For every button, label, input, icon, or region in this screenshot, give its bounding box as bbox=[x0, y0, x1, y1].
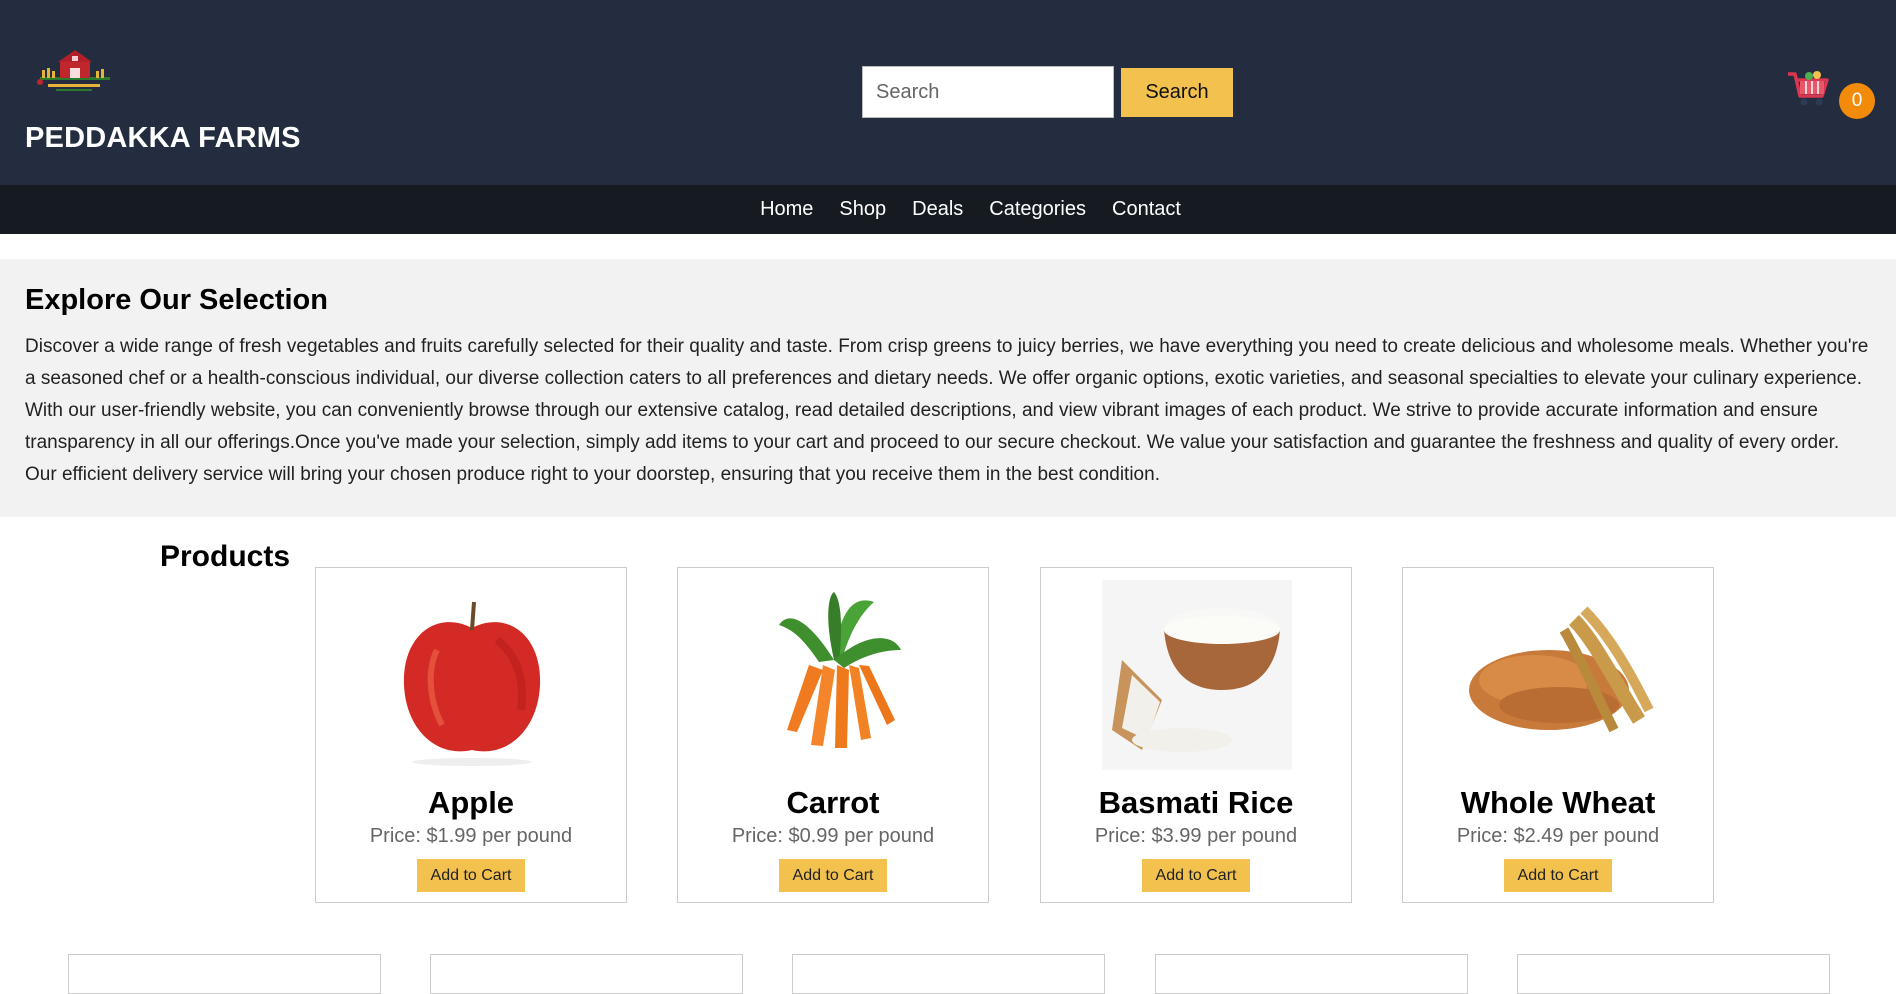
nav-item-categories[interactable]: Categories bbox=[989, 185, 1086, 234]
product-card bbox=[1517, 954, 1830, 994]
product-price: Price: $0.99 per pound bbox=[731, 825, 935, 847]
brand-name[interactable]: PEDDAKKA FARMS bbox=[25, 122, 301, 155]
product-price: Price: $2.49 per pound bbox=[1456, 825, 1660, 847]
nav-item-home[interactable]: Home bbox=[760, 185, 813, 234]
farm-logo[interactable] bbox=[34, 44, 116, 96]
search-button[interactable]: Search bbox=[1121, 68, 1233, 117]
wheat-image bbox=[1469, 606, 1654, 733]
apple-image bbox=[403, 601, 541, 766]
intro-section: Explore Our Selection Discover a wide ra… bbox=[0, 259, 1896, 517]
cart-count-badge: 0 bbox=[1839, 83, 1875, 119]
product-name: Carrot bbox=[786, 785, 880, 820]
site-header: PEDDAKKA FARMS Search 0 bbox=[0, 0, 1896, 185]
add-to-cart-button[interactable]: Add to Cart bbox=[1504, 859, 1612, 892]
nav-item-shop[interactable]: Shop bbox=[839, 185, 886, 234]
product-card-whole-wheat: Whole Wheat Price: $2.49 per pound Add t… bbox=[1402, 567, 1714, 903]
main-nav: Home Shop Deals Categories Contact bbox=[0, 185, 1896, 234]
products-title: Products bbox=[160, 540, 291, 573]
intro-title: Explore Our Selection bbox=[25, 284, 328, 316]
intro-text: Discover a wide range of fresh vegetable… bbox=[25, 336, 1869, 485]
product-price: Price: $1.99 per pound bbox=[369, 825, 573, 847]
rice-image bbox=[1102, 580, 1292, 770]
product-name: Whole Wheat bbox=[1460, 785, 1656, 820]
nav-item-deals[interactable]: Deals bbox=[912, 185, 963, 234]
add-to-cart-button[interactable]: Add to Cart bbox=[1142, 859, 1250, 892]
product-card bbox=[430, 954, 743, 994]
product-card-apple: Apple Price: $1.99 per pound Add to Cart bbox=[315, 567, 627, 903]
product-card bbox=[792, 954, 1105, 994]
add-to-cart-button[interactable]: Add to Cart bbox=[779, 859, 887, 892]
add-to-cart-button[interactable]: Add to Cart bbox=[417, 859, 525, 892]
search-input[interactable] bbox=[862, 66, 1114, 118]
product-card-basmati-rice: Basmati Rice Price: $3.99 per pound Add … bbox=[1040, 567, 1352, 903]
carrot-image bbox=[779, 592, 901, 748]
product-name: Apple bbox=[427, 785, 515, 820]
product-card bbox=[68, 954, 381, 994]
shopping-cart-icon[interactable] bbox=[1786, 68, 1830, 110]
product-card bbox=[1155, 954, 1468, 994]
product-card-carrot: Carrot Price: $0.99 per pound Add to Car… bbox=[677, 567, 989, 903]
product-price: Price: $3.99 per pound bbox=[1094, 825, 1298, 847]
nav-item-contact[interactable]: Contact bbox=[1112, 185, 1181, 234]
product-name: Basmati Rice bbox=[1098, 785, 1294, 820]
